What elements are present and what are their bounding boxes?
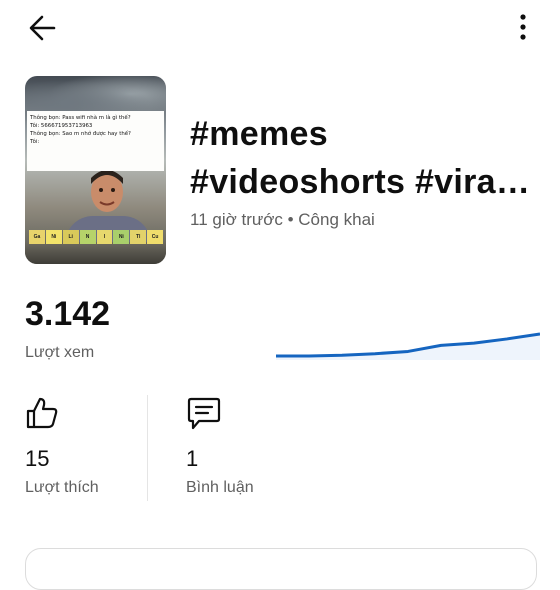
comments-label: Bình luận [186,479,254,496]
caption-line: Thông bọn: Sao m nhớ được hay thế? [30,131,131,137]
top-bar [0,0,560,56]
thumbnail-ground [25,242,166,264]
thumbs-up-icon[interactable] [24,395,60,431]
element-tile: N [79,230,96,244]
comment-icon[interactable] [185,396,223,432]
element-tile: Ni [113,230,130,244]
views-label: Lượt xem [25,344,95,361]
more-options-icon[interactable] [506,10,540,44]
bottom-card[interactable] [25,548,537,590]
thumbnail-caption: Thông bọn: Pass wifi nhà m là gì thế? Tô… [27,111,164,171]
comments-count: 1 [186,446,199,471]
caption-line: Thông bọn: Pass wifi nhà m là gì thế? [30,115,131,121]
stats-divider [147,395,148,501]
caption-line: Tôi: 566671953713963 [30,123,93,129]
likes-label: Lượt thích [25,479,99,496]
element-tile: Tl [130,230,147,244]
caption-line: Tôi: [30,139,40,145]
title-line-2: #videoshorts #vira… [190,163,531,201]
views-chart [276,332,540,360]
title-line-1: #memes [190,115,328,153]
thumbnail-face [91,170,123,212]
video-title: #memes #videoshorts #vira… [190,110,540,206]
element-tile: Cu [147,230,163,244]
element-tile: Li [62,230,79,244]
back-arrow-icon[interactable] [24,8,64,48]
video-thumbnail[interactable]: Thông bọn: Pass wifi nhà m là gì thế? Tô… [25,76,166,264]
element-tile: I [96,230,113,244]
video-meta: 11 giờ trước • Công khai [190,210,375,229]
element-tiles: Ga Ni Li N I Ni Tl Cu [29,230,163,244]
element-tile: Ga [29,230,45,244]
views-count: 3.142 [25,295,111,333]
element-tile: Ni [45,230,62,244]
likes-count: 15 [25,446,50,471]
